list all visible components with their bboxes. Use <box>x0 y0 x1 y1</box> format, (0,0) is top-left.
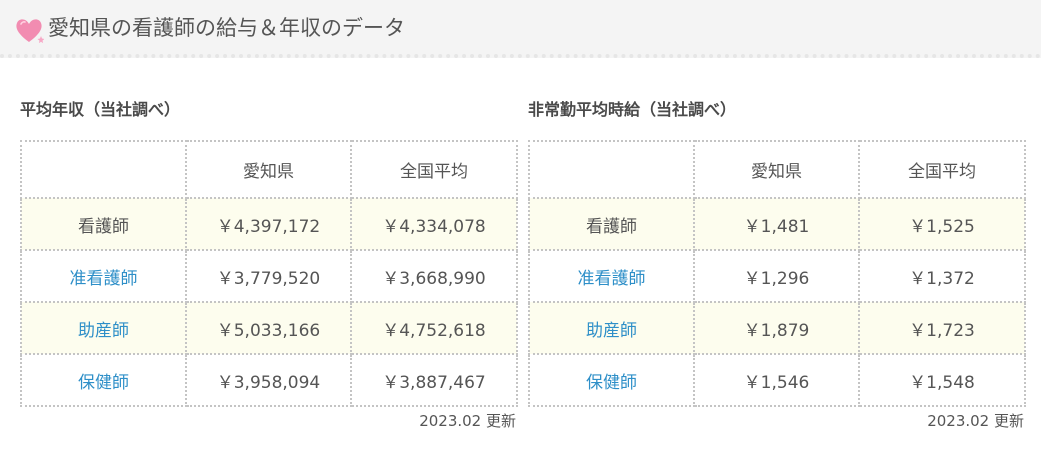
value-aichi: ￥1,296 <box>693 249 860 303</box>
value-national: ￥3,668,990 <box>350 249 518 303</box>
column-header-empty <box>528 140 695 199</box>
table-row: 准看護師 ￥1,296 ￥1,372 <box>528 249 1026 303</box>
row-label-kangoshi: 看護師 <box>528 197 695 251</box>
annual-income-section: 平均年収（当社調べ） 愛知県 全国平均 看護師 ￥4,397,172 ￥4,33… <box>20 96 518 431</box>
table-header-row: 愛知県 全国平均 <box>528 140 1026 199</box>
table-row: 看護師 ￥1,481 ￥1,525 <box>528 197 1026 251</box>
value-national: ￥4,334,078 <box>350 197 518 251</box>
value-national: ￥1,548 <box>858 353 1026 407</box>
column-header-national: 全国平均 <box>350 140 518 199</box>
table-row: 准看護師 ￥3,779,520 ￥3,668,990 <box>20 249 518 303</box>
value-aichi: ￥4,397,172 <box>185 197 352 251</box>
value-national: ￥1,723 <box>858 301 1026 355</box>
value-national: ￥1,525 <box>858 197 1026 251</box>
row-link-josanshi[interactable]: 助産師 <box>20 301 187 355</box>
column-header-empty <box>20 140 187 199</box>
column-header-aichi: 愛知県 <box>693 140 860 199</box>
table-row: 保健師 ￥3,958,094 ￥3,887,467 <box>20 353 518 407</box>
value-aichi: ￥1,879 <box>693 301 860 355</box>
row-link-hokenshi[interactable]: 保健師 <box>528 353 695 407</box>
value-national: ￥1,372 <box>858 249 1026 303</box>
row-label-kangoshi: 看護師 <box>20 197 187 251</box>
table-row: 看護師 ￥4,397,172 ￥4,334,078 <box>20 197 518 251</box>
value-national: ￥4,752,618 <box>350 301 518 355</box>
hourly-wage-title: 非常勤平均時給（当社調べ） <box>528 100 737 119</box>
column-header-aichi: 愛知県 <box>185 140 352 199</box>
value-aichi: ￥5,033,166 <box>185 301 352 355</box>
column-header-national: 全国平均 <box>858 140 1026 199</box>
row-link-hokenshi[interactable]: 保健師 <box>20 353 187 407</box>
table-row: 助産師 ￥1,879 ￥1,723 <box>528 301 1026 355</box>
hourly-wage-section: 非常勤平均時給（当社調べ） 愛知県 全国平均 看護師 ￥1,481 ￥1,525… <box>528 96 1026 431</box>
row-link-junkangoshi[interactable]: 准看護師 <box>20 249 187 303</box>
updated-date: 2023.02 更新 <box>419 412 516 430</box>
value-aichi: ￥1,546 <box>693 353 860 407</box>
page-header: 愛知県の看護師の給与＆年収のデータ <box>0 0 1041 58</box>
value-national: ￥3,887,467 <box>350 353 518 407</box>
value-aichi: ￥3,958,094 <box>185 353 352 407</box>
value-aichi: ￥3,779,520 <box>185 249 352 303</box>
annual-income-title: 平均年収（当社調べ） <box>20 100 181 119</box>
table-row: 助産師 ￥5,033,166 ￥4,752,618 <box>20 301 518 355</box>
row-link-junkangoshi[interactable]: 准看護師 <box>528 249 695 303</box>
heart-icon <box>16 19 44 44</box>
updated-date: 2023.02 更新 <box>927 412 1024 430</box>
hourly-wage-table: 愛知県 全国平均 看護師 ￥1,481 ￥1,525 准看護師 ￥1,296 ￥… <box>528 140 1026 407</box>
table-row: 保健師 ￥1,546 ￥1,548 <box>528 353 1026 407</box>
annual-income-table: 愛知県 全国平均 看護師 ￥4,397,172 ￥4,334,078 准看護師 … <box>20 140 518 407</box>
value-aichi: ￥1,481 <box>693 197 860 251</box>
page-title: 愛知県の看護師の給与＆年収のデータ <box>48 16 405 40</box>
table-header-row: 愛知県 全国平均 <box>20 140 518 199</box>
row-link-josanshi[interactable]: 助産師 <box>528 301 695 355</box>
